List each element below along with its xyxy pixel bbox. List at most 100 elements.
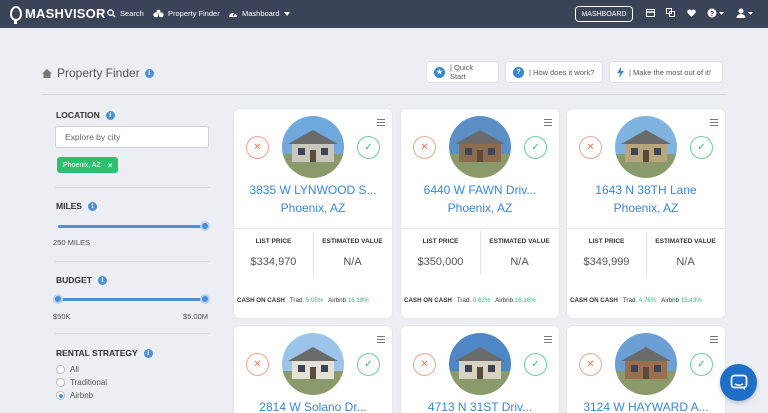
- credit-card-icon[interactable]: [646, 8, 655, 20]
- property-photo[interactable]: [615, 333, 677, 395]
- info-icon[interactable]: i: [143, 348, 153, 358]
- map-pin-icon: [10, 6, 22, 24]
- accept-button[interactable]: ✓: [690, 353, 713, 376]
- menu-icon[interactable]: [710, 336, 718, 345]
- cash-on-cash-label: CASH ON CASH: [570, 297, 618, 304]
- property-photo[interactable]: [282, 116, 344, 178]
- list-price-value: $334,970: [250, 256, 297, 268]
- property-city: Phoenix, AZ: [447, 201, 513, 215]
- property-photo[interactable]: [449, 333, 511, 395]
- close-icon: ✕: [420, 142, 429, 153]
- cash-on-cash-row: CASH ON CASH Trad. 5.05% Airbnb 16.18%: [237, 297, 369, 304]
- heart-icon[interactable]: [687, 8, 696, 20]
- accept-button[interactable]: ✓: [524, 353, 547, 376]
- radio-label: All: [70, 365, 79, 374]
- menu-icon[interactable]: [377, 119, 385, 128]
- radio-button[interactable]: [56, 378, 65, 387]
- nav-property-finder[interactable]: Property Finder: [153, 9, 220, 18]
- close-icon: ✕: [253, 142, 262, 153]
- property-card[interactable]: ✕ ✓ 3835 W LYNWOOD S... Phoenix, AZ LIST…: [234, 109, 392, 318]
- location-chip[interactable]: Phoenix, AZ ×: [57, 157, 119, 173]
- property-address[interactable]: 4713 N 31ST Driv...: [401, 400, 559, 413]
- check-icon: ✓: [531, 359, 540, 370]
- property-address[interactable]: 3124 W HAYWARD A...: [567, 400, 725, 413]
- property-address[interactable]: 6440 W FAWN Driv...: [401, 183, 559, 197]
- property-photo[interactable]: [615, 116, 677, 178]
- star-icon: ★: [434, 66, 445, 78]
- property-photo[interactable]: [449, 116, 511, 178]
- compare-icon[interactable]: [666, 8, 675, 20]
- accept-button[interactable]: ✓: [357, 136, 380, 159]
- reject-button[interactable]: ✕: [413, 353, 436, 376]
- menu-icon[interactable]: [544, 119, 552, 128]
- menu-icon[interactable]: [710, 119, 718, 128]
- accept-button[interactable]: ✓: [524, 136, 547, 159]
- radio-all[interactable]: All: [56, 365, 79, 374]
- user-menu-icon[interactable]: [736, 8, 753, 21]
- trad-label: Trad.: [289, 297, 305, 304]
- info-icon[interactable]: i: [144, 68, 154, 78]
- property-card[interactable]: ✕ ✓ 2814 W Solano Dr...: [234, 326, 392, 413]
- filter-divider: [55, 333, 210, 334]
- menu-icon[interactable]: [544, 336, 552, 345]
- nav-property-finder-label: Property Finder: [168, 9, 220, 18]
- accept-button[interactable]: ✓: [357, 353, 380, 376]
- radio-button[interactable]: [56, 365, 65, 374]
- info-icon[interactable]: i: [87, 201, 97, 211]
- trad-value: 0.62%: [472, 297, 491, 304]
- airbnb-label: Airbnb: [328, 297, 347, 304]
- radio-traditional[interactable]: Traditional: [56, 378, 107, 387]
- nav-search[interactable]: Search: [107, 9, 144, 18]
- location-chip-label: Phoenix, AZ: [63, 161, 101, 169]
- mashboard-button[interactable]: MASHBOARD: [575, 6, 633, 22]
- property-card[interactable]: ✕ ✓ 3124 W HAYWARD A...: [567, 326, 725, 413]
- close-icon[interactable]: ×: [108, 161, 113, 170]
- airbnb-value: 15.43%: [680, 297, 702, 304]
- cash-on-cash-label: CASH ON CASH: [404, 297, 452, 304]
- quick-start-label: | Quick Start: [449, 63, 474, 81]
- accept-button[interactable]: ✓: [690, 136, 713, 159]
- binoculars-icon: [153, 9, 164, 18]
- city-search-input[interactable]: Explore by city: [55, 126, 209, 148]
- miles-value: 250 MILES: [53, 238, 91, 247]
- budget-max-handle[interactable]: [200, 294, 210, 304]
- property-address[interactable]: 2814 W Solano Dr...: [234, 400, 392, 413]
- reject-button[interactable]: ✕: [579, 353, 602, 376]
- property-card[interactable]: ✕ ✓ 1643 N 38TH Lane Phoenix, AZ LIST PR…: [567, 109, 725, 318]
- cash-on-cash-row: CASH ON CASH Trad. 0.62% Airbnb 16.16%: [404, 297, 536, 304]
- logo[interactable]: MASHVISOR: [10, 6, 106, 24]
- nav-mashboard-menu[interactable]: Mashboard: [228, 9, 290, 18]
- airbnb-label: Airbnb: [495, 297, 514, 304]
- property-photo[interactable]: [282, 333, 344, 395]
- property-address[interactable]: 3835 W LYNWOOD S...: [234, 183, 392, 197]
- svg-text:?: ?: [710, 11, 714, 18]
- help-menu-icon[interactable]: ?: [707, 8, 724, 21]
- reject-button[interactable]: ✕: [246, 353, 269, 376]
- miles-slider-track[interactable]: [58, 225, 206, 228]
- quick-start-button[interactable]: ★ | Quick Start: [426, 61, 499, 83]
- property-card[interactable]: ✕ ✓ 6440 W FAWN Driv... Phoenix, AZ LIST…: [401, 109, 559, 318]
- how-it-works-button[interactable]: ? | How does it work?: [505, 61, 603, 83]
- reject-button[interactable]: ✕: [579, 136, 602, 159]
- chat-button[interactable]: [720, 364, 757, 401]
- reject-button[interactable]: ✕: [246, 136, 269, 159]
- budget-max-value: $5.00M: [183, 312, 209, 321]
- chevron-down-icon: [283, 11, 290, 16]
- reject-button[interactable]: ✕: [413, 136, 436, 159]
- miles-slider-handle[interactable]: [200, 221, 210, 231]
- make-most-button[interactable]: | Make the most out of it!: [609, 61, 723, 83]
- budget-min-handle[interactable]: [53, 294, 63, 304]
- property-card[interactable]: ✕ ✓ 4713 N 31ST Driv...: [401, 326, 559, 413]
- budget-slider-track[interactable]: [58, 298, 206, 301]
- lightning-icon: [617, 66, 624, 78]
- radio-button[interactable]: [56, 391, 65, 400]
- airbnb-value: 16.18%: [347, 297, 369, 304]
- info-icon[interactable]: i: [105, 110, 115, 120]
- page-title: Property Finder i: [42, 66, 154, 80]
- estimated-value-label: ESTIMATED VALUE: [489, 238, 550, 245]
- menu-icon[interactable]: [377, 336, 385, 345]
- info-icon[interactable]: i: [97, 275, 107, 285]
- radio-airbnb[interactable]: Airbnb: [56, 391, 93, 400]
- property-address[interactable]: 1643 N 38TH Lane: [567, 183, 725, 197]
- top-navbar: MASHVISOR Search Property Finder Mashboa…: [0, 0, 768, 28]
